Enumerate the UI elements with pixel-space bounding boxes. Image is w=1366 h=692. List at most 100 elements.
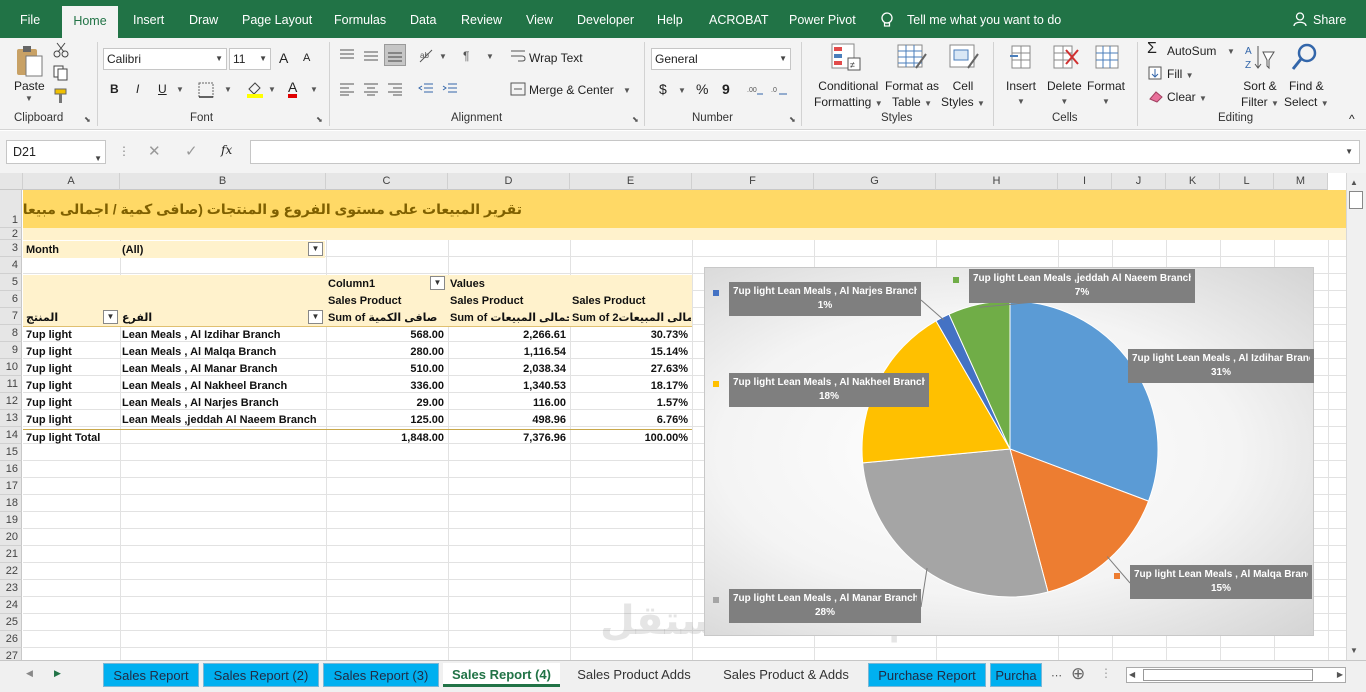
increase-decimal-icon[interactable]: .00 bbox=[747, 82, 765, 96]
delete-cells-icon[interactable] bbox=[1050, 42, 1080, 72]
row-header-15[interactable]: 15 bbox=[0, 444, 22, 461]
align-right-icon[interactable] bbox=[387, 82, 403, 96]
column-header-f[interactable]: F bbox=[692, 173, 814, 190]
column1-filter-dropdown[interactable]: ▼ bbox=[430, 276, 445, 290]
row-header-6[interactable]: 6 bbox=[0, 291, 22, 308]
paste-button[interactable]: Paste bbox=[14, 78, 45, 94]
column-header-h[interactable]: H bbox=[936, 173, 1058, 190]
borders-icon[interactable] bbox=[198, 82, 214, 98]
row-header-4[interactable]: 4 bbox=[0, 257, 22, 274]
tab-file[interactable]: File bbox=[20, 0, 40, 38]
tab-view[interactable]: View bbox=[526, 0, 553, 38]
row-header-12[interactable]: 12 bbox=[0, 393, 22, 410]
currency-dropdown-icon[interactable]: ▼ bbox=[678, 86, 686, 95]
enter-icon[interactable]: ✓ bbox=[185, 142, 198, 160]
wrap-text-button[interactable]: Wrap Text bbox=[529, 51, 583, 65]
decrease-indent-icon[interactable] bbox=[418, 82, 434, 96]
shrink-font-button[interactable]: A bbox=[303, 52, 310, 64]
font-color-button[interactable]: A bbox=[288, 80, 298, 98]
scroll-down-icon[interactable]: ▼ bbox=[1350, 646, 1358, 655]
merge-center-icon[interactable] bbox=[510, 81, 526, 97]
formula-input[interactable]: ▼ bbox=[250, 140, 1360, 164]
column-header-d[interactable]: D bbox=[448, 173, 570, 190]
column-header-j[interactable]: J bbox=[1112, 173, 1166, 190]
scroll-up-icon[interactable]: ▲ bbox=[1350, 178, 1358, 187]
clear-button[interactable]: Clear ▼ bbox=[1167, 90, 1207, 104]
align-left-icon[interactable] bbox=[339, 82, 355, 96]
tab-formulas[interactable]: Formulas bbox=[334, 0, 386, 38]
branch-filter-dropdown[interactable]: ▼ bbox=[308, 310, 323, 324]
column-header-e[interactable]: E bbox=[570, 173, 692, 190]
row-header-8[interactable]: 8 bbox=[0, 325, 22, 342]
data-label[interactable]: 7up light Lean Meals ,jeddah Al Naeem Br… bbox=[969, 269, 1195, 303]
data-label[interactable]: 7up light Lean Meals , Al Narjes Branch 1… bbox=[729, 282, 921, 316]
share-button[interactable]: Share bbox=[1313, 0, 1346, 38]
data-label[interactable]: 7up light Lean Meals , Al Nakheel Branch… bbox=[729, 373, 929, 407]
grow-font-button[interactable]: A bbox=[279, 50, 288, 66]
horizontal-scrollbar[interactable]: ◀ ▶ bbox=[1126, 667, 1346, 683]
merge-dropdown-icon[interactable]: ▼ bbox=[623, 86, 631, 95]
column-header-g[interactable]: G bbox=[814, 173, 936, 190]
column-header-m[interactable]: M bbox=[1274, 173, 1328, 190]
month-filter-dropdown[interactable]: ▼ bbox=[308, 242, 323, 256]
column-header-c[interactable]: C bbox=[326, 173, 448, 190]
fill-button[interactable]: Fill ▼ bbox=[1167, 67, 1194, 81]
sheet-tab[interactable]: Sales Report (2) bbox=[203, 663, 319, 687]
column-header-k[interactable]: K bbox=[1166, 173, 1220, 190]
row-header-11[interactable]: 11 bbox=[0, 376, 22, 393]
orientation-icon[interactable]: ab bbox=[418, 48, 436, 64]
underline-dropdown-icon[interactable]: ▼ bbox=[176, 85, 184, 94]
tab-review[interactable]: Review bbox=[461, 0, 502, 38]
sheet-tab[interactable]: Purcha bbox=[990, 663, 1042, 687]
tab-page-layout[interactable]: Page Layout bbox=[242, 0, 312, 38]
row-header-27[interactable]: 27 bbox=[0, 648, 22, 660]
align-top-icon[interactable] bbox=[339, 48, 355, 62]
row-header-18[interactable]: 18 bbox=[0, 495, 22, 512]
row-header-3[interactable]: 3 bbox=[0, 240, 22, 257]
sheet-tab[interactable]: Sales Product & Adds bbox=[708, 663, 864, 687]
tab-data[interactable]: Data bbox=[410, 0, 436, 38]
direction-dropdown-icon[interactable]: ▼ bbox=[486, 52, 494, 61]
sheet-tab[interactable]: Sales Product Adds bbox=[564, 663, 704, 687]
row-header-9[interactable]: 9 bbox=[0, 342, 22, 359]
cut-icon[interactable] bbox=[53, 42, 69, 58]
select-all-corner[interactable] bbox=[0, 173, 23, 190]
row-header-26[interactable]: 26 bbox=[0, 631, 22, 648]
merge-center-button[interactable]: Merge & Center bbox=[529, 83, 614, 97]
increase-indent-icon[interactable] bbox=[442, 82, 458, 96]
tab-power-pivot[interactable]: Power Pivot bbox=[789, 0, 856, 38]
row-header-5[interactable]: 5 bbox=[0, 274, 22, 291]
align-center-icon[interactable] bbox=[363, 82, 379, 96]
scroll-tabs-right-icon[interactable]: ▶ bbox=[54, 668, 61, 679]
bold-button[interactable]: B bbox=[110, 82, 119, 96]
row-header-22[interactable]: 22 bbox=[0, 563, 22, 580]
data-label[interactable]: 7up light Lean Meals , Al Malqa Branch 15… bbox=[1130, 565, 1312, 599]
cell-styles-button[interactable]: Cell Styles ▼ bbox=[941, 78, 985, 112]
format-as-table-button[interactable]: Format as Table ▼ bbox=[885, 78, 939, 112]
fill-color-dropdown-icon[interactable]: ▼ bbox=[268, 85, 276, 94]
column-header-a[interactable]: A bbox=[23, 173, 120, 190]
paste-icon[interactable] bbox=[14, 44, 44, 80]
row-header-1[interactable]: 1 bbox=[0, 190, 22, 228]
row-header-16[interactable]: 16 bbox=[0, 461, 22, 478]
row-header-24[interactable]: 24 bbox=[0, 597, 22, 614]
font-launcher-icon[interactable]: ⬊ bbox=[316, 115, 323, 124]
format-painter-icon[interactable] bbox=[53, 88, 69, 104]
column-header-l[interactable]: L bbox=[1220, 173, 1274, 190]
conditional-formatting-button[interactable]: Conditional Formatting ▼ bbox=[814, 78, 883, 112]
column-header-i[interactable]: I bbox=[1058, 173, 1112, 190]
column-header-b[interactable]: B bbox=[120, 173, 326, 190]
find-select-button[interactable]: Find & Select ▼ bbox=[1284, 78, 1329, 112]
horizontal-scroll-thumb[interactable] bbox=[1143, 669, 1313, 681]
decrease-decimal-icon[interactable]: .0 bbox=[771, 82, 789, 96]
format-cells-icon[interactable] bbox=[1092, 42, 1122, 72]
underline-button[interactable]: U bbox=[158, 82, 167, 96]
row-header-23[interactable]: 23 bbox=[0, 580, 22, 597]
more-sheets-icon[interactable]: ⋯ bbox=[1051, 669, 1062, 682]
fill-color-icon[interactable] bbox=[246, 80, 264, 98]
product-filter-icon[interactable]: ▼ bbox=[103, 310, 118, 324]
align-bottom-button[interactable] bbox=[384, 44, 406, 66]
row-header-10[interactable]: 10 bbox=[0, 359, 22, 376]
insert-cells-button[interactable]: Insert ▼ bbox=[1006, 78, 1036, 110]
tell-me-search[interactable]: Tell me what you want to do bbox=[907, 0, 1061, 38]
